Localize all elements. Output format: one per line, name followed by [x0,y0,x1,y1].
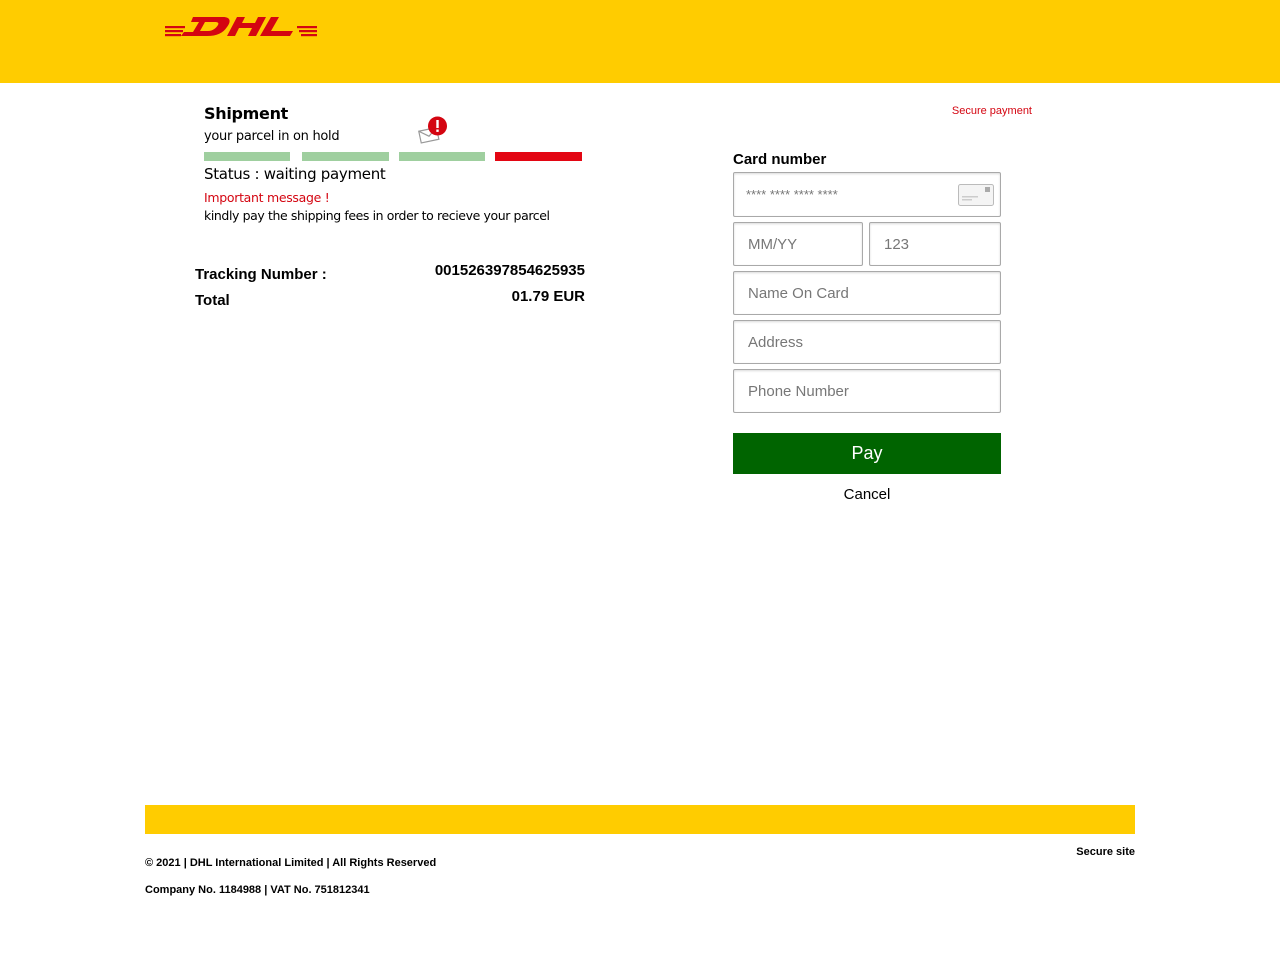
tracking-number-value: 001526397854625935 [434,262,585,279]
address-field[interactable] [733,320,1001,364]
phone-number-input[interactable] [734,370,1000,412]
shipment-subtitle: your parcel in on hold [204,129,340,144]
secure-payment-label: Secure payment [951,105,1032,117]
progress-step-1 [204,152,290,161]
mail-alert-icon [418,116,450,151]
footer-bar [145,805,1135,834]
company-info-text: Company No. 1184988 | VAT No. 751812341 [145,884,370,896]
name-on-card-field[interactable] [733,271,1001,315]
total-label: Total [195,292,230,309]
dhl-logo[interactable] [165,12,317,47]
card-number-label: Card number [733,151,827,168]
header-bar [0,0,1280,83]
shipment-status: Status : waiting payment [204,165,386,183]
credit-card-icon [958,184,994,211]
name-on-card-input[interactable] [734,272,1000,314]
shipment-title: Shipment [204,104,289,123]
progress-step-2 [302,152,389,161]
card-number-field[interactable] [733,172,1001,217]
expiry-input[interactable] [734,223,862,265]
pay-button[interactable]: Pay [733,433,1001,474]
progress-bar [204,152,582,161]
phone-number-field[interactable] [733,369,1001,413]
tracking-number-label: Tracking Number : [195,266,327,283]
cvv-input[interactable] [870,223,1000,265]
address-input[interactable] [734,321,1000,363]
important-message-text: kindly pay the shipping fees in order to… [204,208,550,223]
total-value: 01.79 EUR [511,288,585,305]
progress-step-4 [495,152,582,161]
expiry-field[interactable] [733,222,863,266]
progress-step-3 [399,152,485,161]
important-message-title: Important message ! [204,190,330,205]
secure-site-label: Secure site [1076,846,1135,858]
cvv-field[interactable] [869,222,1001,266]
copyright-text: © 2021 | DHL International Limited | All… [145,857,437,869]
cancel-link[interactable]: Cancel [733,486,1001,503]
